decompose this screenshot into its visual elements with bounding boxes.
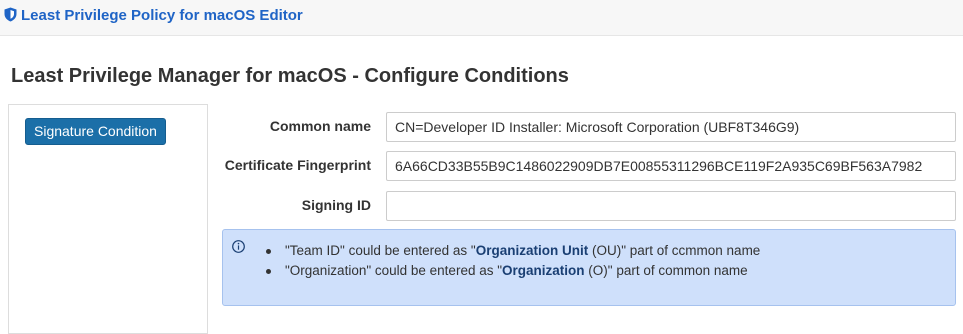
signing-id-input[interactable] [386, 191, 956, 221]
common-name-input[interactable] [386, 112, 956, 142]
info-item-bold: Organization [502, 263, 585, 278]
top-bar: Least Privilege Policy for macOS Editor [0, 0, 963, 36]
info-item-team-id: "Team ID" could be entered as "Organizat… [265, 241, 761, 261]
info-item-text: (O)" part of common name [584, 263, 748, 278]
info-item-text: "Organization" could be entered as " [285, 263, 503, 278]
signing-id-label: Signing ID [301, 197, 371, 213]
info-icon [232, 240, 245, 253]
certificate-fingerprint-input[interactable] [386, 151, 956, 181]
info-item-organization: "Organization" could be entered as "Orga… [265, 261, 760, 281]
info-item-bold: Organization Unit [475, 243, 589, 258]
signature-condition-button[interactable]: Signature Condition [25, 118, 166, 145]
info-item-text: (OU)" part of ccmmon name [588, 243, 761, 258]
info-item-text: "Team ID" could be entered as " [285, 243, 476, 258]
info-alert: "Team ID" could be entered as "Organizat… [222, 229, 956, 306]
shield-icon [4, 7, 17, 22]
condition-list-panel: Signature Condition [8, 104, 208, 334]
info-list: "Team ID" could be entered as "Organizat… [265, 241, 761, 281]
page-title: Least Privilege Manager for macOS - Conf… [11, 65, 569, 87]
certificate-fingerprint-label: Certificate Fingerprint [224, 157, 371, 173]
app-title[interactable]: Least Privilege Policy for macOS Editor [21, 7, 303, 24]
common-name-label: Common name [269, 118, 371, 134]
